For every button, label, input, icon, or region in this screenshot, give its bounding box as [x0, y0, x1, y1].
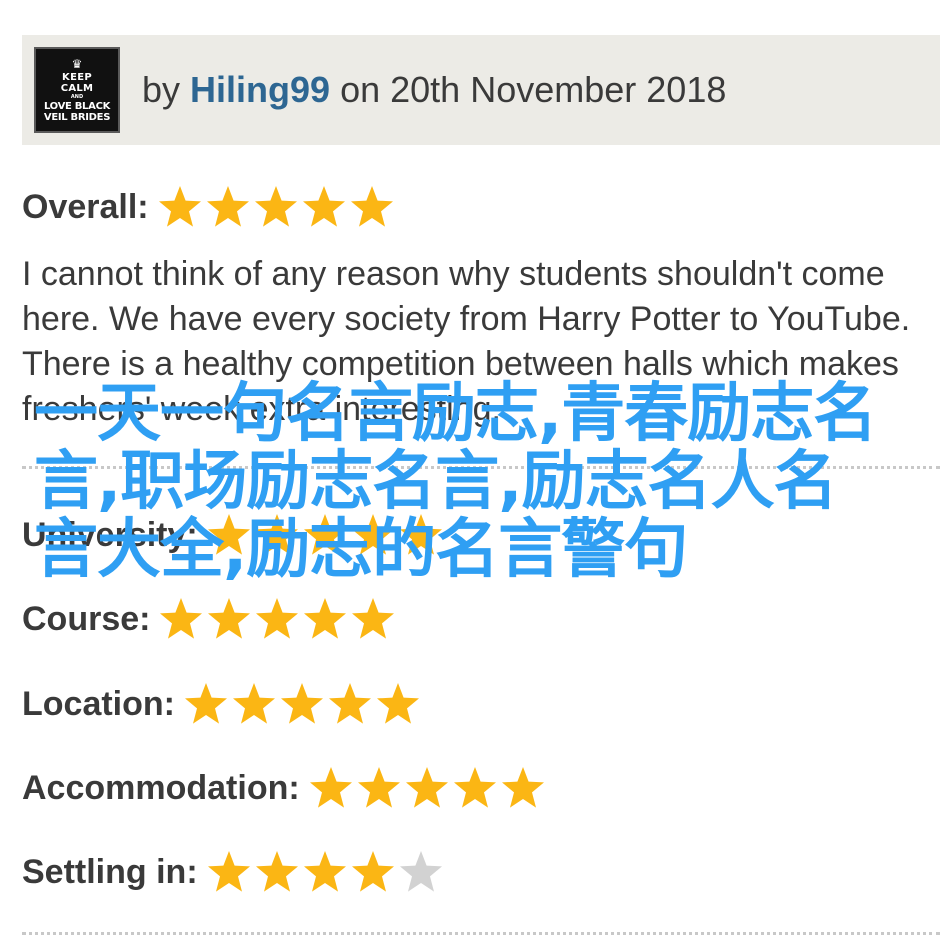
avatar[interactable]: ♛ KEEP CALM AND LOVE BLACK VEIL BRIDES: [34, 47, 120, 133]
review-header: ♛ KEEP CALM AND LOVE BLACK VEIL BRIDES b…: [22, 35, 940, 145]
overall-label: Overall:: [22, 187, 149, 226]
rating-stars-settling-in: [206, 849, 446, 895]
star-filled-icon: [302, 849, 348, 895]
star-filled-icon: [254, 849, 300, 895]
overall-stars: [157, 184, 397, 230]
divider-bottom: [22, 932, 940, 935]
rating-row-accommodation: Accommodation:: [22, 761, 548, 815]
rating-label-accommodation: Accommodation:: [22, 768, 300, 807]
rating-label-location: Location:: [22, 684, 175, 723]
star-filled-icon: [158, 596, 204, 642]
rating-stars-location: [183, 681, 423, 727]
star-filled-icon: [231, 681, 277, 727]
star-filled-icon: [500, 765, 546, 811]
star-empty-icon: [398, 849, 444, 895]
star-filled-icon: [350, 596, 396, 642]
author-link[interactable]: Hiling99: [190, 69, 330, 110]
star-filled-icon: [157, 184, 203, 230]
avatar-text-veil-brides: VEIL BRIDES: [43, 111, 111, 123]
avatar-text-love-black: LOVE BLACK: [43, 100, 111, 112]
star-filled-icon: [404, 765, 450, 811]
review-date: on 20th November 2018: [340, 69, 727, 110]
overall-rating: Overall:: [22, 180, 397, 234]
star-filled-icon: [308, 765, 354, 811]
avatar-text-and: AND: [70, 93, 84, 100]
by-prefix: by: [142, 69, 181, 110]
crown-icon: ♛: [71, 56, 83, 71]
rating-label-course: Course:: [22, 599, 151, 638]
avatar-text-keep: KEEP: [62, 71, 92, 83]
star-filled-icon: [279, 681, 325, 727]
avatar-text-calm: CALM: [60, 82, 94, 94]
overlay-watermark-text: 一天一句名言励志,青春励志名言,职场励志名言,励志名人名言大全,励志的名言警句: [34, 377, 877, 587]
rating-row-course: Course:: [22, 592, 398, 646]
star-filled-icon: [183, 681, 229, 727]
star-filled-icon: [206, 596, 252, 642]
rating-label-settling-in: Settling in:: [22, 852, 198, 891]
star-filled-icon: [253, 184, 299, 230]
rating-row-location: Location:: [22, 677, 423, 731]
star-filled-icon: [375, 681, 421, 727]
star-filled-icon: [349, 184, 395, 230]
star-filled-icon: [356, 765, 402, 811]
star-filled-icon: [205, 184, 251, 230]
rating-stars-course: [158, 596, 398, 642]
star-filled-icon: [254, 596, 300, 642]
star-filled-icon: [206, 849, 252, 895]
rating-row-settling-in: Settling in:: [22, 845, 446, 899]
star-filled-icon: [327, 681, 373, 727]
star-filled-icon: [301, 184, 347, 230]
rating-stars-accommodation: [308, 765, 548, 811]
star-filled-icon: [302, 596, 348, 642]
star-filled-icon: [452, 765, 498, 811]
star-filled-icon: [350, 849, 396, 895]
review-byline: by Hiling99 on 20th November 2018: [142, 69, 726, 111]
